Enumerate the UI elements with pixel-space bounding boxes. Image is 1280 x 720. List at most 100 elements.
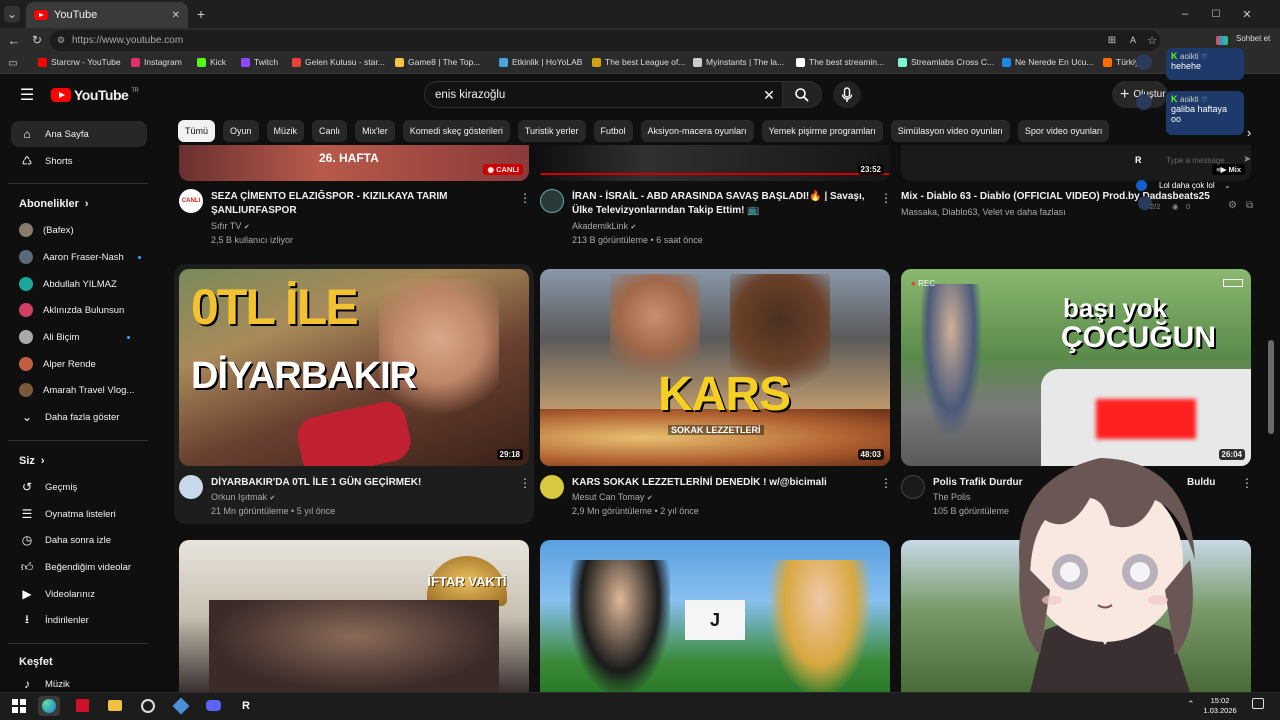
sidebar-sub-item[interactable]: Ali Biçim [11,324,147,350]
chip-simulation[interactable]: Simülasyon video oyunları [890,120,1010,142]
video-thumbnail[interactable]: İFTAR VAKTİ [179,540,529,692]
bookmark-item[interactable]: Gelen Kutusu - star... [292,57,385,67]
chip-live[interactable]: Canlı [312,120,348,142]
video-thumbnail[interactable]: 0TL İLE DİYARBAKIR 29:18 [179,269,529,466]
chip-gaming[interactable]: Oyun [223,120,259,142]
video-title[interactable]: İRAN - İSRAİL - ABD ARASINDA SAVAŞ BAŞLA… [572,190,872,203]
search-input[interactable]: enis kirazoğlu [424,81,790,108]
chip-all[interactable]: Tümü [178,120,216,142]
copilot-icon[interactable] [1216,36,1228,45]
taskbar-discord[interactable] [203,696,225,716]
site-info-icon[interactable]: ⚙ [57,35,65,46]
bookmark-item[interactable]: The best streamin... [796,57,884,67]
video-thumbnail[interactable]: başı yok ÇOCUĞUN ● REC 26:04 [901,269,1251,466]
bookmark-item[interactable]: Ne Nerede En Ucu... [1002,57,1093,67]
chip-sports-games[interactable]: Spor video oyunları [1017,120,1110,142]
youtube-logo[interactable]: YouTube TR [51,87,139,103]
channel-avatar[interactable] [540,475,564,499]
video-thumbnail[interactable]: 26. HAFTA ◉ CANLI [179,145,529,181]
reload-icon[interactable]: ↻ [29,32,45,48]
more-options-icon[interactable]: ⋮ [1241,476,1253,490]
video-title[interactable]: SEZA ÇİMENTO ELAZIĞSPOR - KIZILKAYA TARI… [211,190,511,203]
you-header[interactable]: Siz › [19,455,45,467]
sidebar-sub-item[interactable]: Amarah Travel Vlog... [11,377,147,403]
app-available-icon[interactable]: ⊞ [1105,32,1119,48]
video-title[interactable]: KARS SOKAK LEZZETLERİNİ DENEDİK ! w/@bic… [572,476,872,489]
tab-close-icon[interactable]: ✕ [172,10,180,21]
more-options-icon[interactable]: ⋮ [880,476,892,490]
clear-search-icon[interactable]: ✕ [760,86,778,104]
sidebar-show-more[interactable]: ⌄ Daha fazla göster [11,404,147,430]
video-title-line2[interactable]: Ülke Televizyonlarından Takip Ettim! 📺 [572,204,872,217]
popout-icon[interactable]: ⧉ [1246,200,1253,211]
more-options-icon[interactable]: ⋮ [519,476,531,490]
chip-football[interactable]: Futbol [593,120,633,142]
video-thumbnail[interactable]: KARS SOKAK LEZZETLERİ 48:03 [540,269,890,466]
sidebar-item-your-videos[interactable]: ▶ Videolarınız [11,581,147,607]
taskbar-app[interactable] [72,696,94,716]
chip-comedy[interactable]: Komedi skeç gösterileri [402,120,510,142]
taskbar-app[interactable] [170,696,192,716]
new-tab-icon[interactable]: + [193,5,209,23]
bookmark-item[interactable]: Instagram [131,57,182,67]
video-thumbnail[interactable]: J [540,540,890,692]
chip-music[interactable]: Müzik [266,120,305,142]
chip-cooking[interactable]: Yemek pişirme programları [761,120,883,142]
bookmark-item[interactable]: Streamlabs Cross C... [898,57,994,67]
sidebar-sub-item[interactable]: (Bafex) [11,217,147,243]
sidebar-item-history[interactable]: ↺ Geçmiş [11,474,147,500]
video-title[interactable]: DİYARBAKIR'DA 0TL İLE 1 GÜN GEÇİRMEK! [211,476,511,489]
channel-avatar[interactable]: CANLI [179,189,203,213]
taskbar-explorer[interactable] [104,696,126,716]
search-button[interactable] [782,81,822,108]
collections-icon[interactable]: ▭ [6,56,20,70]
chip-action-adventure[interactable]: Aksiyon-macera oyunları [640,120,754,142]
bookmark-item[interactable]: Twitch [241,57,278,67]
url-field[interactable]: ⚙ https://www.youtube.com [50,30,1160,51]
sidebar-item-home[interactable]: ⌂ Ana Sayfa [11,121,147,147]
tray-chevron-icon[interactable]: ⌃ [1187,699,1195,710]
chat-button-label[interactable]: Sohbet et [1236,34,1270,43]
sidebar-item-shorts[interactable]: ♺ Shorts [11,148,147,174]
system-clock[interactable]: 15:02 1.03.2026 [1202,696,1238,716]
channel-name[interactable]: The Polis [933,490,971,505]
sidebar-item-downloads[interactable]: ⭳ İndirilenler [11,607,147,633]
video-title-line2[interactable]: ŞANLIURFASPOR [211,204,511,217]
close-window-icon[interactable]: ✕ [1239,6,1255,22]
channel-avatar[interactable] [901,475,925,499]
menu-hamburger-icon[interactable]: ☰ [18,86,36,104]
sidebar-sub-item[interactable]: Alper Rende [11,351,147,377]
bookmark-item[interactable]: The best League of... [592,57,685,67]
minimize-icon[interactable]: – [1177,6,1193,22]
read-aloud-icon[interactable]: A [1126,32,1140,48]
sidebar-sub-item[interactable]: Aklınızda Bulunsun [11,297,147,323]
sidebar-item-liked[interactable]: 👍︎ Beğendiğim videolar [11,554,147,580]
notification-icon[interactable] [1252,698,1264,709]
taskbar-edge[interactable] [38,696,60,716]
favorite-star-icon[interactable]: ☆ [1145,32,1159,48]
more-options-icon[interactable]: ⋮ [519,191,531,205]
maximize-icon[interactable]: ☐ [1208,6,1224,22]
chip-tourism[interactable]: Turistik yerler [517,120,586,142]
chevron-down-icon[interactable]: ⌄ [1224,181,1231,190]
bookmark-item[interactable]: Myinstants | The la... [693,57,784,67]
browser-tab-youtube[interactable]: YouTube ✕ [26,2,188,28]
page-scrollbar-thumb[interactable] [1268,340,1274,434]
more-options-icon[interactable]: ⋮ [880,191,892,205]
taskbar-obs[interactable] [137,696,159,716]
windows-start-icon[interactable] [12,699,26,713]
chat-input-placeholder[interactable]: Type a message... [1166,156,1231,165]
bookmark-item[interactable]: Kick [197,57,226,67]
settings-icon[interactable]: ⚙ [1228,200,1237,211]
tab-list-icon[interactable]: ⌄ [4,6,20,22]
channel-avatar[interactable] [179,475,203,499]
channel-avatar[interactable] [540,189,564,213]
bookmark-item[interactable]: Game8 | The Top... [395,57,480,67]
sidebar-item-watch-later[interactable]: ◷ Daha sonra izle [11,527,147,553]
bookmark-item[interactable]: Starcrw - YouTube [38,57,121,67]
taskbar-app-r[interactable]: R [235,696,257,716]
bookmark-item[interactable]: Etkinlik | HoYoLAB [499,57,582,67]
sidebar-sub-item[interactable]: Aaron Fraser-Nash [11,244,147,270]
voice-search-button[interactable] [833,81,861,108]
video-thumbnail[interactable]: 23:52 [540,145,890,181]
